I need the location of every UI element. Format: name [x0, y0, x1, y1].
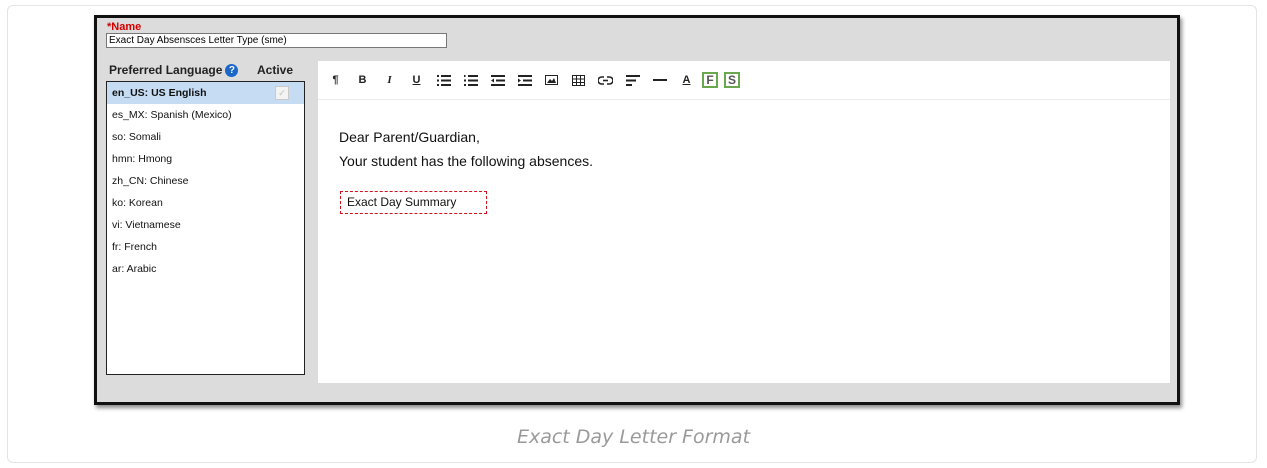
- bold-button[interactable]: B: [351, 69, 374, 91]
- underline-button[interactable]: U: [405, 69, 428, 91]
- language-item-zh-cn[interactable]: zh_CN: Chinese: [107, 170, 304, 192]
- active-header: Active: [257, 63, 294, 77]
- language-label: ar: Arabic: [112, 263, 157, 275]
- language-item-so[interactable]: so: Somali: [107, 126, 304, 148]
- numbered-list-icon: [463, 74, 478, 86]
- bulleted-list-button[interactable]: [432, 69, 455, 91]
- language-item-en-us[interactable]: en_US: US English ✓: [107, 82, 304, 104]
- align-button[interactable]: [621, 69, 644, 91]
- active-checkbox[interactable]: ✓: [275, 86, 289, 100]
- bulleted-list-icon: [436, 74, 451, 86]
- language-label: so: Somali: [112, 131, 162, 143]
- horizontal-rule-icon: [652, 78, 667, 81]
- letter-editor-screenshot: *Name Exact Day Absensces Letter Type (s…: [94, 15, 1180, 405]
- indent-icon: [517, 74, 532, 86]
- insert-subreport-button[interactable]: S: [724, 72, 740, 88]
- image-icon: [545, 75, 558, 85]
- editor-toolbar: ¶ B I U A F S: [318, 61, 1170, 100]
- language-label: zh_CN: Chinese: [112, 175, 189, 187]
- language-item-ko[interactable]: ko: Korean: [107, 192, 304, 214]
- name-input[interactable]: Exact Day Absensces Letter Type (sme): [106, 33, 447, 48]
- link-icon: [598, 75, 613, 85]
- name-label: *Name: [107, 21, 142, 33]
- language-label: vi: Vietnamese: [112, 219, 181, 231]
- language-label: es_MX: Spanish (Mexico): [112, 109, 232, 121]
- italic-button[interactable]: I: [378, 69, 401, 91]
- insert-image-button[interactable]: [540, 69, 563, 91]
- language-label: en_US: US English: [112, 87, 207, 99]
- align-left-icon: [625, 74, 640, 86]
- image-caption: Exact Day Letter Format: [516, 426, 751, 448]
- image-card: *Name Exact Day Absensces Letter Type (s…: [7, 5, 1257, 463]
- outdent-icon: [490, 74, 505, 86]
- rich-text-editor[interactable]: ¶ B I U A F S Dear Parent/Guardian, Your…: [318, 61, 1170, 383]
- paragraph-button[interactable]: ¶: [324, 69, 347, 91]
- numbered-list-button[interactable]: [459, 69, 482, 91]
- insert-link-button[interactable]: [594, 69, 617, 91]
- language-list: en_US: US English ✓ es_MX: Spanish (Mexi…: [106, 81, 305, 375]
- language-item-ar[interactable]: ar: Arabic: [107, 258, 304, 280]
- language-label: fr: French: [112, 241, 157, 253]
- language-item-hmn[interactable]: hmn: Hmong: [107, 148, 304, 170]
- language-item-es-mx[interactable]: es_MX: Spanish (Mexico): [107, 104, 304, 126]
- editor-content[interactable]: Dear Parent/Guardian, Your student has t…: [339, 125, 593, 173]
- insert-field-button[interactable]: F: [702, 72, 718, 88]
- outdent-button[interactable]: [486, 69, 509, 91]
- insert-table-button[interactable]: [567, 69, 590, 91]
- help-icon[interactable]: ?: [225, 63, 239, 77]
- preferred-language-label: Preferred Language: [109, 63, 223, 77]
- language-label: ko: Korean: [112, 197, 163, 209]
- font-color-button[interactable]: A: [675, 69, 698, 91]
- letter-body-line: Your student has the following absences.: [339, 153, 593, 169]
- exact-day-summary-placeholder[interactable]: Exact Day Summary: [340, 191, 487, 214]
- preferred-language-header: Preferred Language ?: [109, 63, 239, 77]
- language-label: hmn: Hmong: [112, 153, 173, 165]
- letter-greeting: Dear Parent/Guardian,: [339, 129, 480, 145]
- language-item-fr[interactable]: fr: French: [107, 236, 304, 258]
- indent-button[interactable]: [513, 69, 536, 91]
- table-icon: [572, 74, 585, 86]
- horizontal-rule-button[interactable]: [648, 69, 671, 91]
- language-item-vi[interactable]: vi: Vietnamese: [107, 214, 304, 236]
